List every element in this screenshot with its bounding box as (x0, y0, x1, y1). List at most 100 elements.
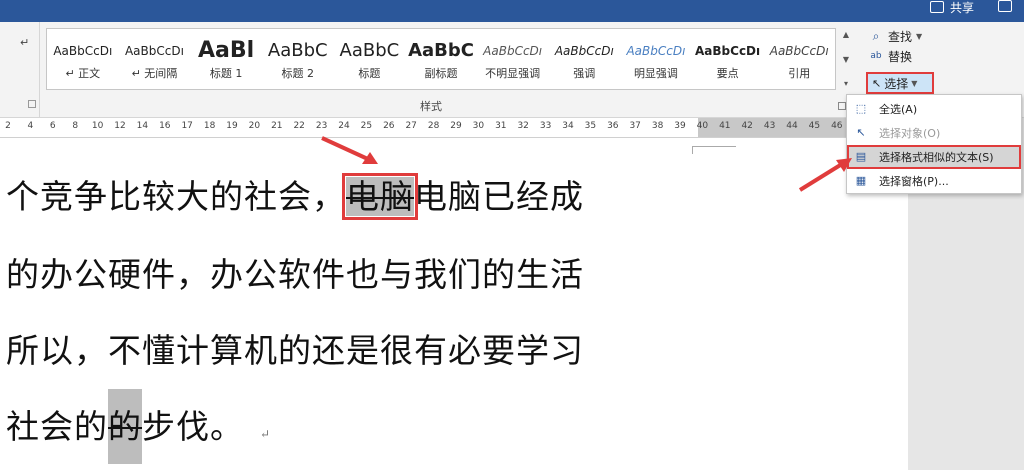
ruler-tick-label: 30 (472, 121, 485, 131)
text-run: 电脑已经成 (414, 177, 584, 216)
menu-item-label: 全选(A) (879, 103, 918, 116)
chevron-down-icon: ▼ (916, 31, 923, 41)
ruler-tick-label: 16 (159, 121, 171, 131)
ruler-tick-label: 19 (226, 121, 238, 131)
chevron-up-icon[interactable]: ▲ (843, 30, 849, 39)
style-sample: AaBbCcDı (695, 44, 761, 58)
paragraph-mark-icon[interactable]: ↵ (20, 36, 29, 49)
find-label: 查找 (888, 29, 913, 44)
style-name: 标题 (358, 67, 381, 80)
text-run: 社会的 (6, 407, 108, 446)
menu-item[interactable]: ⬚ 全选(A) (847, 97, 1021, 121)
similar-format-text[interactable]: 的 (108, 389, 142, 464)
ruler-tick-label: 20 (248, 121, 261, 131)
comment-icon[interactable] (998, 0, 1012, 12)
style-name: ↵ 正文 (65, 67, 101, 80)
style-name: 明显强调 (633, 67, 678, 80)
style-sample: AaBbCcDı (124, 44, 184, 58)
style-name: 标题 1 (209, 67, 243, 80)
style-item[interactable]: AaBbCcDı ↵ 正文 (47, 29, 119, 89)
style-sample: AaBbC (408, 40, 474, 61)
style-item[interactable]: AaBbCcDı 不明显强调 (477, 29, 549, 89)
ruler-tick-label: 6 (49, 121, 56, 131)
styles-gallery: AaBbCcDı ↵ 正文 AaBbCcDı ↵ 无间隔 AaBl 标题 1 AaBbC 标题… (46, 28, 836, 90)
replace-button[interactable]: ab 替换 (862, 46, 942, 66)
style-name: 副标题 (424, 67, 458, 80)
cursor-icon: ↖ (872, 76, 882, 90)
select-button[interactable]: ↖ 选择 ▼ (866, 72, 934, 94)
annotation-arrow-icon (798, 158, 852, 192)
replace-label: 替换 (888, 49, 913, 64)
select-label: 选择 (884, 76, 909, 91)
annotation-arrow-icon (321, 136, 378, 164)
style-item[interactable]: AaBbC 标题 (334, 29, 406, 89)
chevron-down-icon: ▼ (911, 78, 918, 88)
style-item[interactable]: AaBbCcDı 强调 (548, 29, 620, 89)
ruler-tick-label: 33 (539, 121, 552, 131)
ruler-tick-label: 14 (136, 121, 149, 131)
ruler-tick-label: 12 (114, 121, 126, 131)
text-line-1[interactable]: 个竞争比较大的社会，电脑电脑已经成 (6, 170, 584, 220)
ruler-tick-label: 42 (741, 121, 753, 131)
style-sample: AaBbCcDı (626, 44, 686, 58)
title-bar: 共享 (0, 0, 1024, 22)
select-all-icon: ⬚ (855, 102, 867, 115)
expand-icon[interactable]: ▾ (844, 79, 848, 88)
style-name: ↵ 无间隔 (131, 67, 178, 80)
styles-group-label: 样式 (420, 100, 442, 113)
style-item[interactable]: AaBbCcDı 引用 (763, 29, 835, 89)
text-run: 所以，不懂计算机的还是很有必要学习 (6, 331, 584, 370)
ruler-tick-label: 29 (450, 121, 462, 131)
ruler-tick-label: 26 (383, 121, 395, 131)
margin-mark (692, 146, 736, 154)
style-item[interactable]: AaBbC 副标题 (405, 29, 477, 89)
ruler-tick-label: 22 (293, 121, 305, 131)
selected-text[interactable]: 电脑 (342, 173, 418, 220)
ruler-tick-label: 38 (651, 121, 664, 131)
chevron-down-icon[interactable]: ▼ (843, 55, 849, 64)
select-objects-icon: ↖ (856, 126, 866, 139)
style-sample: AaBbCcDı (769, 44, 829, 58)
ribbon-left-group: ↵ (0, 22, 40, 118)
find-button[interactable]: ⌕ 查找 ▼ (862, 26, 942, 46)
ruler-tick-label: 39 (674, 121, 686, 131)
text-line-3[interactable]: 所以，不懂计算机的还是很有必要学习 (6, 324, 584, 372)
select-dropdown-menu: ⬚ 全选(A) ↖ 选择对象(O) ▤ 选择格式相似的文本(S) ▦ 选择窗格(P)... (846, 94, 1022, 194)
text-line-4[interactable]: 社会的的步伐。 ↵ (6, 389, 272, 464)
style-item[interactable]: AaBbCcDı 明显强调 (620, 29, 692, 89)
ruler-tick-label: 40 (696, 121, 709, 131)
style-item[interactable]: AaBbC 标题 2 (262, 29, 334, 89)
ruler-tick-label: 18 (203, 121, 216, 131)
style-item[interactable]: AaBbCcDı 要点 (692, 29, 764, 89)
paragraph-mark: ↵ (260, 427, 272, 441)
styles-dialog-launcher-icon[interactable] (838, 102, 846, 110)
menu-item[interactable]: ▤ 选择格式相似的文本(S) (847, 145, 1021, 169)
menu-item-label: 选择格式相似的文本(S) (879, 151, 994, 164)
ruler-tick-label: 10 (91, 121, 104, 131)
share-icon (929, 1, 944, 13)
ruler-tick-label: 25 (360, 121, 373, 131)
style-sample: AaBbCcDı (554, 44, 614, 58)
style-sample: AaBbC (339, 40, 400, 61)
menu-item-label: 选择对象(O) (879, 127, 941, 140)
gallery-scroll[interactable]: ▲ ▼ ▾ (838, 28, 854, 90)
share-button[interactable]: 共享 (929, 0, 974, 15)
text-line-2[interactable]: 的办公硬件，办公软件也与我们的生活 (6, 248, 584, 296)
menu-item[interactable]: ▦ 选择窗格(P)... (847, 169, 1021, 193)
style-name: 强调 (573, 67, 596, 80)
ruler-tick-label: 36 (607, 121, 619, 131)
ruler-tick-label: 23 (315, 121, 328, 131)
ruler-tick-label: 35 (584, 121, 597, 131)
ruler-tick-label: 43 (763, 121, 776, 131)
ruler-tick-label: 32 (517, 121, 529, 131)
ruler-tick-label: 24 (338, 121, 350, 131)
document-page[interactable]: 个竞争比较大的社会，电脑电脑已经成 的办公硬件，办公软件也与我们的生活 所以，不… (0, 138, 908, 470)
style-item[interactable]: AaBl 标题 1 (190, 29, 262, 89)
style-item[interactable]: AaBbCcDı ↵ 无间隔 (119, 29, 191, 89)
ruler-tick-label: 41 (719, 121, 731, 131)
dialog-launcher-icon[interactable] (28, 100, 36, 108)
style-sample: AaBbCcDı (53, 44, 113, 58)
horizontal-ruler[interactable]: 2 4 6 8 10 12 14 16 17 18 19 20 21 22 23 24 25 26 27 28 29 30… (0, 118, 850, 138)
text-run: 个竞争比较大的社会， (6, 177, 346, 216)
ruler-tick-label: 37 (629, 121, 641, 131)
